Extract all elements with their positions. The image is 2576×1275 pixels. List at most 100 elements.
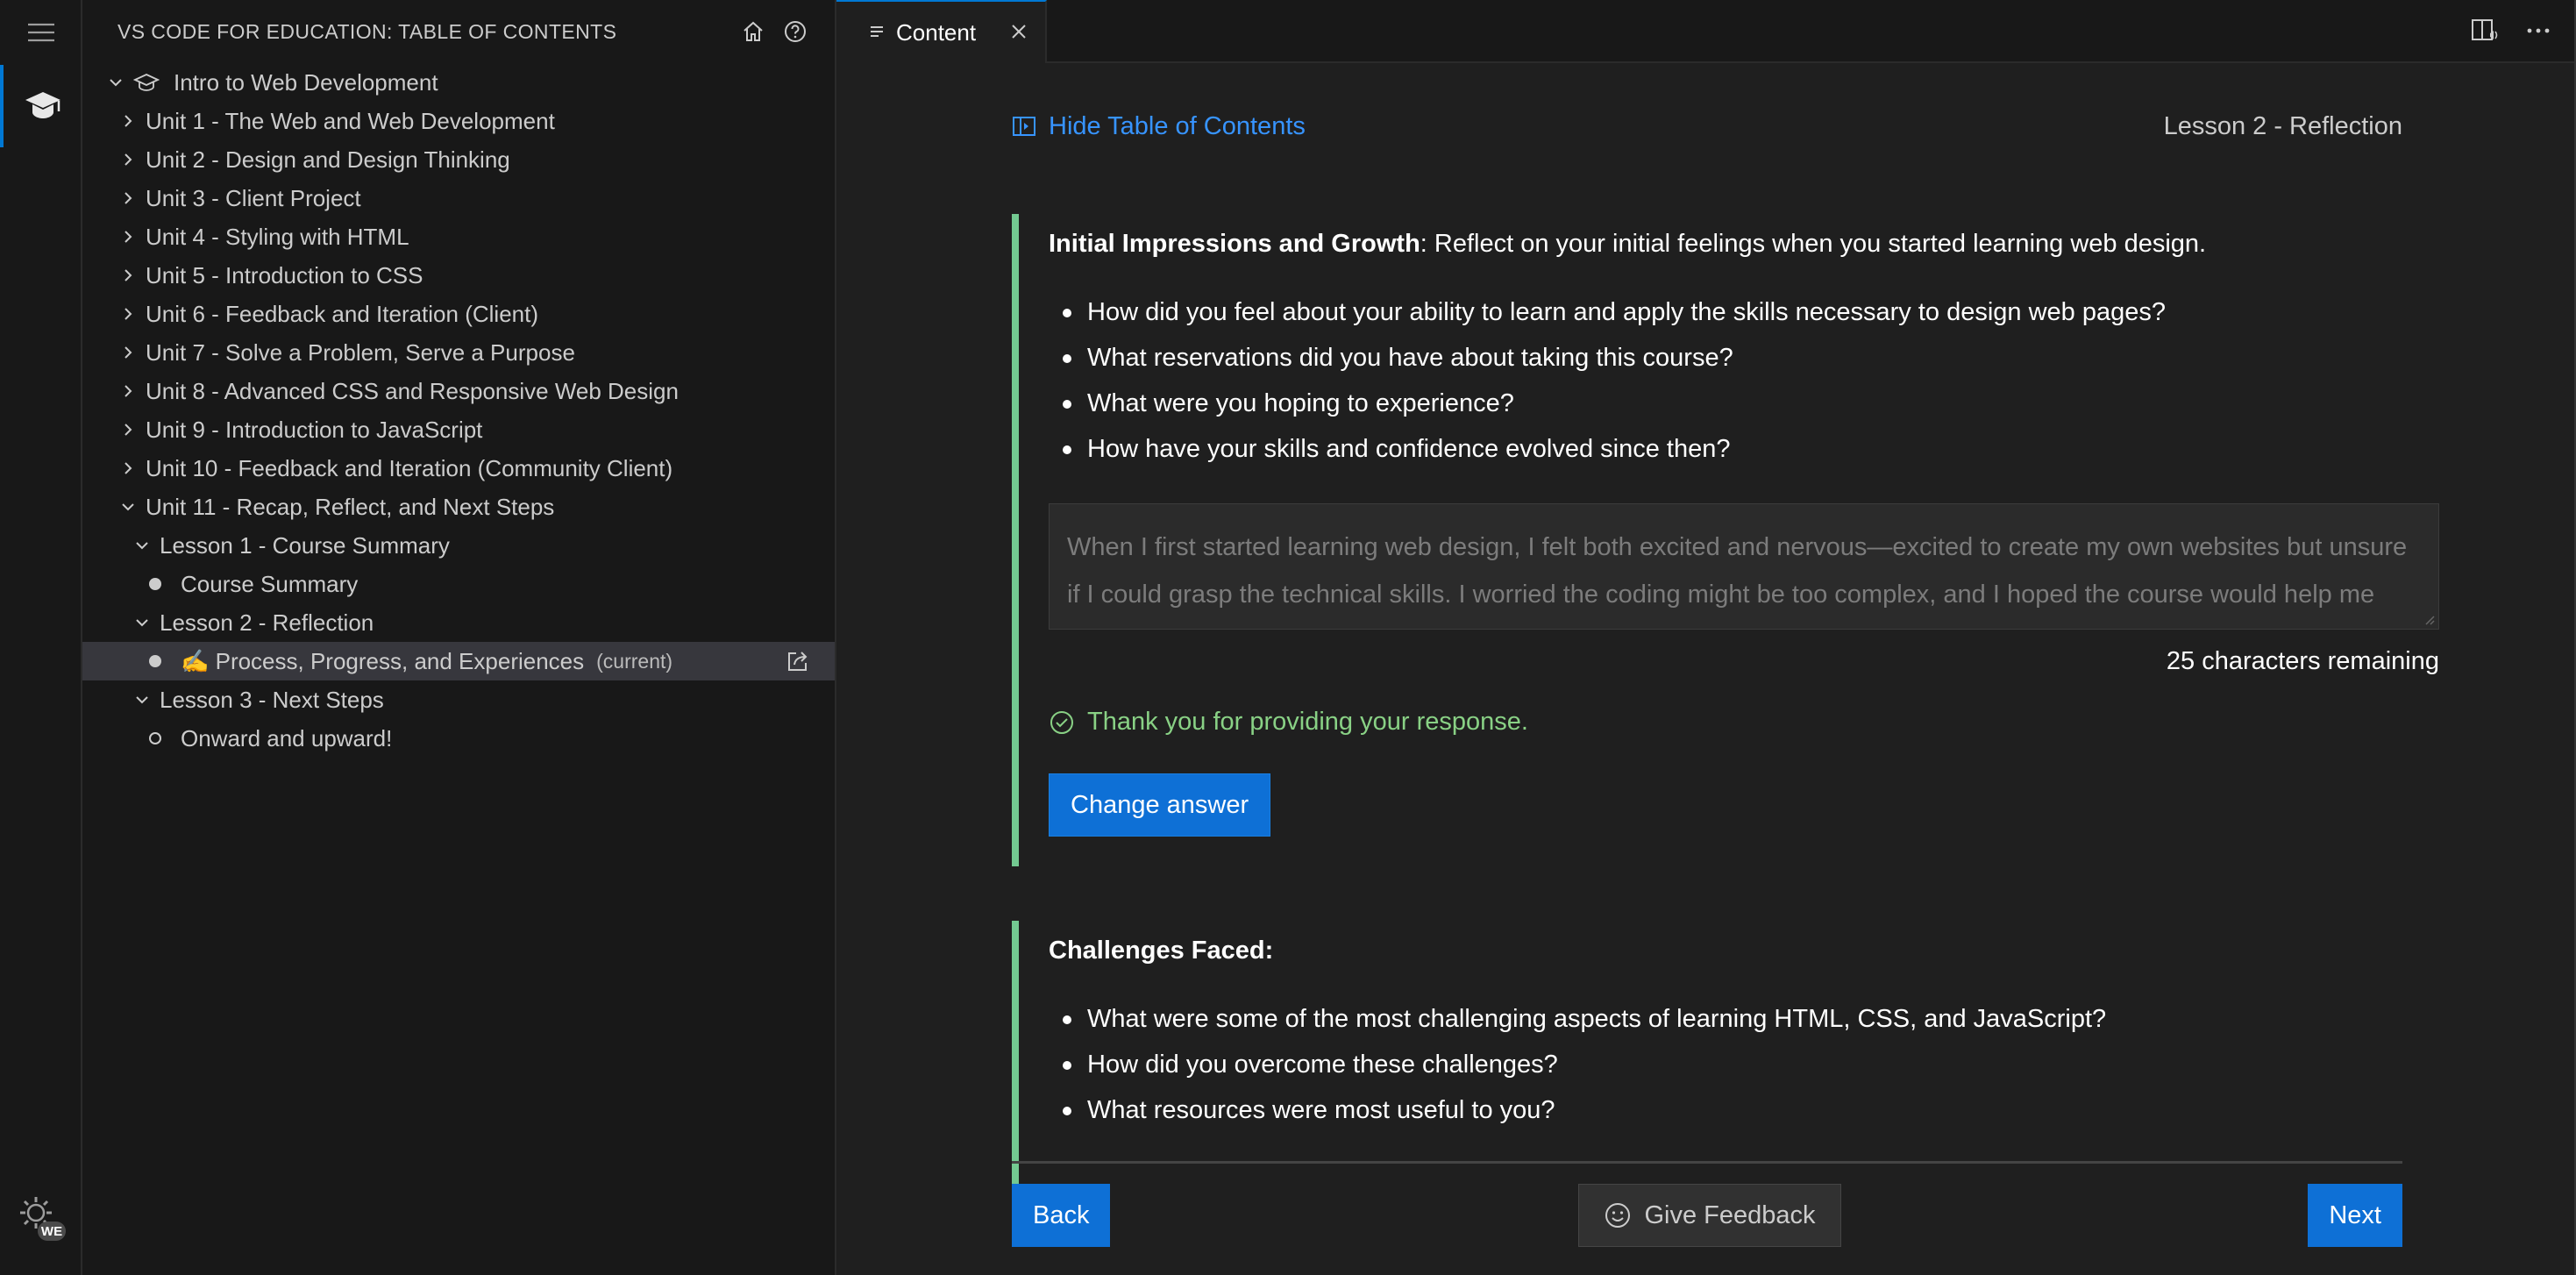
- tree-item-unit-1[interactable]: Unit 1 - The Web and Web Development: [82, 102, 835, 140]
- chevron-right-icon: [117, 458, 139, 479]
- section-heading: Challenges Faced:: [1049, 933, 2436, 968]
- chevron-down-icon: [132, 535, 153, 556]
- give-feedback-button[interactable]: Give Feedback: [1578, 1184, 1841, 1247]
- list-item: How did you overcome these challenges?: [1063, 1042, 2436, 1087]
- tree-item-unit-9[interactable]: Unit 9 - Introduction to JavaScript: [82, 410, 835, 449]
- change-answer-button[interactable]: Change answer: [1049, 773, 1271, 837]
- incomplete-dot-icon: [149, 732, 161, 744]
- tree-item-unit-8[interactable]: Unit 8 - Advanced CSS and Responsive Web…: [82, 372, 835, 410]
- unit-label: Unit 4 - Styling with HTML: [146, 223, 409, 250]
- success-message: Thank you for providing your response.: [1049, 708, 2436, 737]
- tree-item-lesson-2[interactable]: Lesson 2 - Reflection: [82, 603, 835, 642]
- tree-item-unit-11[interactable]: Unit 11 - Recap, Reflect, and Next Steps: [82, 488, 835, 526]
- activity-bar: WE: [0, 0, 82, 1275]
- chevron-down-icon: [132, 689, 153, 710]
- tab-bar: Content: [836, 0, 2576, 63]
- hide-toc-link[interactable]: Hide Table of Contents: [1012, 112, 1306, 141]
- sidebar-toggle-icon: [1013, 117, 1035, 136]
- reflection-block-2: Challenges Faced: What were some of the …: [1012, 921, 2436, 1196]
- tree-item-course-summary[interactable]: Course Summary: [82, 565, 835, 603]
- account-button[interactable]: WE: [0, 1175, 82, 1257]
- open-external-button[interactable]: [786, 649, 810, 680]
- unit-label: Unit 1 - The Web and Web Development: [146, 107, 555, 134]
- back-button[interactable]: Back: [1012, 1184, 1111, 1247]
- current-tag: (current): [596, 649, 673, 673]
- split-preview-icon: [2472, 19, 2498, 40]
- unit-label: Unit 5 - Introduction to CSS: [146, 261, 423, 288]
- tab-label: Content: [896, 18, 977, 46]
- unit-label: Unit 10 - Feedback and Iteration (Commun…: [146, 454, 673, 481]
- open-preview-button[interactable]: [2471, 18, 2499, 48]
- resize-grip-icon[interactable]: [2423, 613, 2435, 625]
- tree-item-unit-5[interactable]: Unit 5 - Introduction to CSS: [82, 256, 835, 295]
- help-button[interactable]: [782, 18, 808, 45]
- hamburger-menu-icon: [28, 23, 54, 42]
- section-heading-rest: : Reflect on your initial feelings when …: [1420, 230, 2207, 258]
- tree-item-unit-10[interactable]: Unit 10 - Feedback and Iteration (Commun…: [82, 449, 835, 488]
- tree-item-unit-6[interactable]: Unit 6 - Feedback and Iteration (Client): [82, 295, 835, 333]
- toc-tree: Intro to Web Development Unit 1 - The We…: [82, 63, 835, 758]
- smiley-icon: [1605, 1203, 1631, 1228]
- chevron-down-icon: [105, 72, 126, 93]
- answer-text: When I first started learning web design…: [1067, 533, 2408, 629]
- question-list: How did you feel about your ability to l…: [1049, 289, 2436, 472]
- section-heading-bold: Initial Impressions and Growth: [1049, 230, 1420, 258]
- chevron-right-icon: [117, 419, 139, 440]
- list-item: How have your skills and confidence evol…: [1063, 426, 2436, 472]
- graduation-cap-icon: [133, 74, 160, 91]
- account-badge: WE: [41, 1224, 62, 1239]
- tree-item-unit-4[interactable]: Unit 4 - Styling with HTML: [82, 217, 835, 256]
- menu-button[interactable]: [0, 0, 82, 65]
- graduation-cap-icon: [25, 92, 60, 118]
- tree-item-lesson-1[interactable]: Lesson 1 - Course Summary: [82, 526, 835, 565]
- activity-vscode-edu[interactable]: [0, 65, 82, 147]
- tree-item-unit-7[interactable]: Unit 7 - Solve a Problem, Serve a Purpos…: [82, 333, 835, 372]
- preview-icon: [871, 26, 883, 37]
- ellipsis-icon: [2527, 28, 2550, 33]
- reflection-block-1: Initial Impressions and Growth: Reflect …: [1012, 214, 2439, 866]
- unit-label: Unit 11 - Recap, Reflect, and Next Steps: [146, 493, 555, 520]
- home-button[interactable]: [740, 18, 766, 45]
- tree-item-unit-3[interactable]: Unit 3 - Client Project: [82, 179, 835, 217]
- tree-item-course[interactable]: Intro to Web Development: [82, 63, 835, 102]
- lesson-label: Lesson 2 - Reflection: [160, 609, 374, 636]
- lesson-label: Lesson 3 - Next Steps: [160, 686, 384, 713]
- close-tab-button[interactable]: [1008, 21, 1029, 46]
- gear-icon: WE: [20, 1197, 66, 1241]
- chevron-right-icon: [117, 342, 139, 363]
- give-feedback-label: Give Feedback: [1644, 1200, 1816, 1229]
- unit-label: Unit 9 - Introduction to JavaScript: [146, 416, 483, 443]
- tree-item-unit-2[interactable]: Unit 2 - Design and Design Thinking: [82, 140, 835, 179]
- chevron-right-icon: [117, 149, 139, 170]
- chevron-right-icon: [117, 188, 139, 209]
- unit-label: Unit 8 - Advanced CSS and Responsive Web…: [146, 377, 679, 404]
- chevron-right-icon: [117, 381, 139, 402]
- tab-content[interactable]: Content: [836, 0, 1047, 63]
- hide-toc-label: Hide Table of Contents: [1049, 111, 1306, 140]
- list-item: What were you hoping to experience?: [1063, 381, 2436, 426]
- list-item: What reservations did you have about tak…: [1063, 335, 2436, 381]
- list-item: What resources were most useful to you?: [1063, 1087, 2436, 1133]
- navigation-footer: Back Give Feedback Next: [1012, 1184, 2402, 1247]
- help-icon: [785, 21, 806, 42]
- section-heading-bold: Challenges Faced:: [1049, 937, 1274, 965]
- sidebar-title: VS CODE FOR EDUCATION: TABLE OF CONTENTS: [117, 19, 617, 43]
- chevron-down-icon: [132, 612, 153, 633]
- answer-textarea[interactable]: When I first started learning web design…: [1049, 503, 2439, 630]
- tree-item-onward[interactable]: Onward and upward!: [82, 719, 835, 758]
- item-label: Onward and upward!: [181, 724, 393, 751]
- sidebar: VS CODE FOR EDUCATION: TABLE OF CONTENTS…: [82, 0, 836, 1275]
- success-text: Thank you for providing your response.: [1087, 708, 1528, 736]
- tree-item-process-progress[interactable]: ✍️ Process, Progress, and Experiences (c…: [82, 642, 835, 680]
- item-label: ✍️ Process, Progress, and Experiences: [181, 647, 585, 674]
- more-actions-button[interactable]: [2525, 18, 2551, 48]
- unit-label: Unit 2 - Design and Design Thinking: [146, 146, 510, 173]
- lesson-label: Lesson 1 - Course Summary: [160, 531, 450, 559]
- tree-item-lesson-3[interactable]: Lesson 3 - Next Steps: [82, 680, 835, 719]
- list-item: What were some of the most challenging a…: [1063, 996, 2436, 1042]
- next-button[interactable]: Next: [2308, 1184, 2402, 1247]
- home-icon: [744, 21, 763, 41]
- completed-dot-icon: [149, 578, 161, 590]
- characters-remaining: 25 characters remaining: [2166, 647, 2439, 675]
- course-title: Intro to Web Development: [174, 68, 438, 96]
